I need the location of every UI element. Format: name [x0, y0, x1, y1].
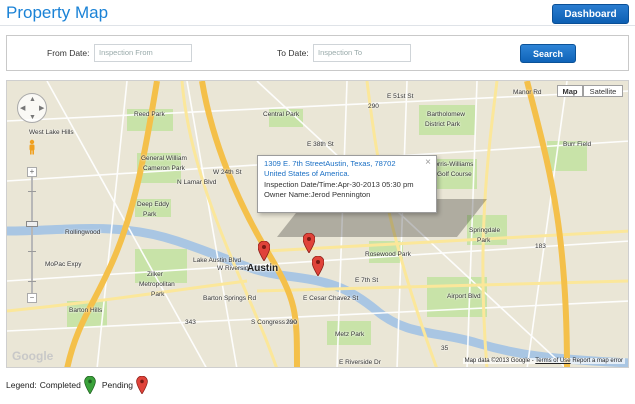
map-label: Bartholomew	[427, 111, 465, 118]
map-label: N Lamar Blvd	[177, 179, 217, 186]
map-legend: Legend: Completed Pending	[6, 375, 150, 395]
map-label: E 38th St	[307, 141, 334, 148]
pan-up-icon[interactable]: ▲	[29, 96, 36, 103]
search-button[interactable]: Search	[520, 44, 576, 63]
map-label: Burr Field	[563, 141, 592, 148]
map-label: Reed Park	[134, 111, 165, 118]
pan-right-icon[interactable]: ▶	[39, 105, 44, 112]
map-label: Central Park	[263, 111, 300, 118]
page-title: Property Map	[6, 3, 109, 22]
map-park	[419, 105, 475, 135]
map-label: West Lake Hills	[29, 129, 74, 136]
map-label: 183	[535, 243, 546, 250]
map-data-text: Map data ©2013 Google -	[464, 358, 534, 364]
pending-pin-icon	[136, 376, 148, 394]
map-label: Cameron Park	[143, 165, 185, 172]
from-date-input[interactable]: Inspection From	[94, 44, 192, 62]
pending-pin-icon[interactable]	[258, 241, 270, 261]
map-label: E Cesar Chavez St	[303, 295, 359, 302]
map-label: Airport Blvd	[447, 293, 481, 300]
map-label: E 51st St	[387, 93, 414, 100]
popup-address-line2[interactable]: United States of America.	[264, 169, 430, 179]
map-label: Barton Springs Rd	[203, 295, 257, 302]
google-logo: Google	[12, 349, 54, 363]
pan-control[interactable]: ▲ ▼ ◀ ▶	[17, 93, 47, 123]
map-label: W 24th St	[213, 169, 242, 176]
header-bar: Property Map Dashboard	[0, 0, 635, 26]
map-attribution: Map data ©2013 Google - Terms of Use Rep…	[462, 358, 625, 364]
to-date-label: To Date:	[277, 48, 309, 58]
map-label: Deep Eddy	[137, 201, 170, 208]
pan-left-icon[interactable]: ◀	[20, 105, 25, 112]
to-date-input[interactable]: Inspection To	[313, 44, 411, 62]
report-map-error-link[interactable]: Report a map error	[572, 358, 623, 364]
close-icon[interactable]: ×	[425, 157, 431, 168]
pending-pin-icon[interactable]	[303, 233, 315, 253]
pending-pin-icon[interactable]	[312, 256, 324, 276]
zoom-out-button[interactable]: −	[27, 293, 37, 303]
property-info-window: 1309 E. 7th StreetAustin, Texas, 78702 U…	[257, 155, 437, 213]
map-type-satellite-button[interactable]: Satellite	[583, 85, 623, 97]
popup-inspection-datetime: Inspection Date/Time:Apr-30-2013 05:30 p…	[264, 179, 414, 189]
pan-down-icon[interactable]: ▼	[29, 114, 36, 121]
map-label: Metropolitan	[139, 281, 175, 288]
map-label: 343	[185, 319, 196, 326]
map-label: Park	[143, 211, 157, 218]
legend-pending-label: Pending	[101, 380, 134, 390]
map-label: E Riverside Dr	[339, 359, 381, 366]
map-label: Park	[151, 291, 165, 298]
map-label: Barton Hills	[69, 307, 103, 314]
zoom-slider[interactable]	[31, 177, 33, 295]
map-label: E 7th St	[355, 277, 379, 284]
map-label: Zilker	[147, 271, 163, 278]
map-label: Golf Course	[437, 171, 472, 178]
dashboard-button[interactable]: Dashboard	[552, 4, 629, 24]
map-label: 290	[368, 103, 379, 110]
map-label: MoPac Expy	[45, 261, 82, 268]
map-label-austin: Austin	[247, 263, 279, 274]
from-date-label: From Date:	[47, 48, 90, 58]
map-type-map-button[interactable]: Map	[557, 85, 583, 97]
property-map[interactable]: Map Satellite ▲ ▼ ◀ ▶ + − Reed Park Cent…	[6, 80, 629, 368]
popup-address-line1[interactable]: 1309 E. 7th StreetAustin, Texas, 78702	[264, 159, 430, 169]
date-filter-panel: From Date: Inspection From To Date: Insp…	[6, 35, 629, 71]
map-label: District Park	[425, 121, 461, 128]
completed-pin-icon	[84, 376, 96, 394]
map-label: 35	[441, 345, 449, 352]
map-label: 290	[286, 319, 297, 326]
map-label: Rollingwood	[65, 229, 101, 236]
zoom-slider-thumb[interactable]	[26, 221, 38, 227]
map-label: Lake Austin Blvd	[193, 257, 242, 264]
pegman-icon[interactable]	[27, 139, 37, 155]
map-label: Manor Rd	[513, 89, 542, 96]
zoom-in-button[interactable]: +	[27, 167, 37, 177]
map-label: Rosewood Park	[365, 251, 411, 258]
legend-label: Legend:	[6, 380, 37, 390]
legend-completed-label: Completed	[39, 380, 81, 390]
map-label: Metz Park	[335, 331, 365, 338]
terms-of-use-link[interactable]: Terms of Use	[535, 358, 570, 364]
popup-owner-name: Owner Name:Jerod Pennington	[264, 190, 371, 200]
map-label: General William	[141, 155, 187, 162]
